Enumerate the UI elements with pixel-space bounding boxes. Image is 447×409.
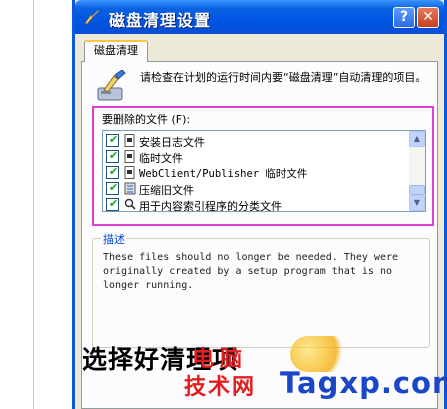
files-to-delete-label: 要删除的文件 (F): xyxy=(102,113,191,126)
scroll-thumb[interactable] xyxy=(409,185,425,195)
scroll-up-button[interactable]: ▲ xyxy=(409,131,425,147)
search-icon xyxy=(124,198,136,210)
compress-icon xyxy=(124,182,136,195)
logo-line-2: 技术网 xyxy=(183,375,256,400)
files-highlight-box: 要删除的文件 (F): ✔ 安装日志文件 ✔ 临时文件 ✔ WebClient/… xyxy=(92,106,434,226)
help-button[interactable]: ? xyxy=(393,7,415,28)
check-icon: ✔ xyxy=(109,181,119,194)
title-bar[interactable]: 磁盘清理设置 ? ✕ xyxy=(75,0,444,34)
broom-icon xyxy=(84,9,100,25)
file-item-label: 临时文件 xyxy=(139,152,183,165)
scroll-down-button[interactable]: ▼ xyxy=(409,195,425,211)
file-item-label: 压缩旧文件 xyxy=(139,184,194,197)
list-item[interactable]: ✔ 临时文件 xyxy=(106,149,406,165)
file-item-label: 安装日志文件 xyxy=(139,136,205,149)
check-icon: ✔ xyxy=(109,133,119,146)
file-item-label: WebClient/Publisher 临时文件 xyxy=(139,168,308,180)
document-icon xyxy=(124,134,135,147)
check-icon: ✔ xyxy=(109,149,119,162)
document-icon xyxy=(124,166,135,179)
close-button[interactable]: ✕ xyxy=(417,7,439,28)
list-item[interactable]: ✔ 用于内容索引程序的分类文件 xyxy=(106,197,406,212)
list-item[interactable]: ✔ 压缩旧文件 xyxy=(106,181,406,197)
watermark-logo-en: Tagxp.com xyxy=(280,366,447,400)
logo-line-1: 电脑 xyxy=(191,347,248,372)
description-group: 描述 These files should no longer be neede… xyxy=(92,231,430,348)
tab-disk-cleanup[interactable]: 磁盘清理 xyxy=(84,40,148,62)
files-scrollbar[interactable]: ▲ ▼ xyxy=(409,131,425,211)
checkbox[interactable]: ✔ xyxy=(106,181,119,195)
list-item[interactable]: ✔ 安装日志文件 xyxy=(106,133,406,149)
window-title: 磁盘清理设置 xyxy=(109,11,212,30)
watermark-logo-cn: 电脑 技术网 xyxy=(160,346,280,402)
divider-line xyxy=(33,0,34,409)
checkbox[interactable]: ✔ xyxy=(106,149,119,163)
files-list[interactable]: ✔ 安装日志文件 ✔ 临时文件 ✔ WebClient/Publisher 临时… xyxy=(102,130,426,212)
checkbox[interactable]: ✔ xyxy=(106,133,119,147)
disk-cleanup-icon xyxy=(97,70,126,101)
description-title: 描述 xyxy=(101,231,127,247)
intro-text: 请检查在计划的运行时间内要“磁盘清理”自动清理的项目。 xyxy=(140,71,427,84)
checkbox[interactable]: ✔ xyxy=(106,197,119,211)
background-strip xyxy=(0,0,72,409)
checkbox[interactable]: ✔ xyxy=(106,165,119,179)
check-icon: ✔ xyxy=(109,197,119,210)
check-icon: ✔ xyxy=(109,165,119,178)
document-icon xyxy=(124,150,135,163)
list-item[interactable]: ✔ WebClient/Publisher 临时文件 xyxy=(106,165,406,181)
file-item-label: 用于内容索引程序的分类文件 xyxy=(139,200,282,212)
description-text: These files should no longer be needed. … xyxy=(103,252,399,291)
